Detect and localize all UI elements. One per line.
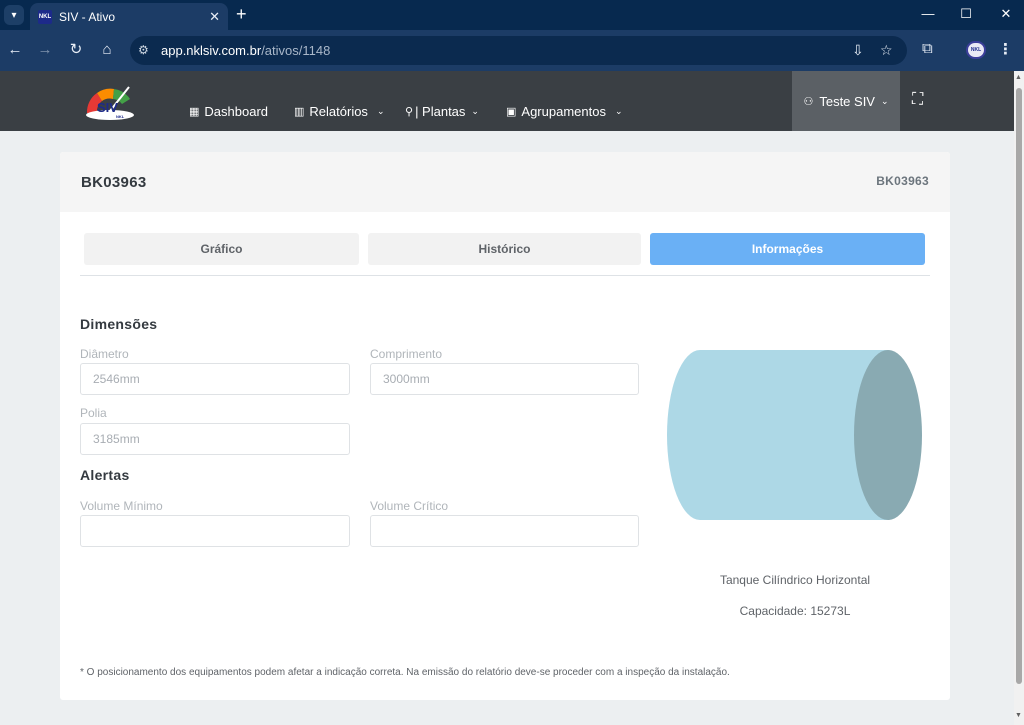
tank-capacity-label: Capacidade: 15273L: [739, 604, 851, 618]
asset-tabs: Gráfico Histórico Informações: [80, 232, 930, 276]
new-tab-plus-icon[interactable]: +: [236, 5, 247, 23]
user-name: Teste SIV: [819, 93, 875, 109]
tank-end-cap: [854, 350, 922, 520]
volume-critico-field[interactable]: [370, 515, 639, 547]
polia-field[interactable]: 3185mm: [80, 423, 350, 455]
installation-footnote: * O posicionamento dos equipamentos pode…: [80, 667, 730, 678]
diametro-field[interactable]: 2546mm: [80, 363, 350, 395]
page-scrollbar[interactable]: ▲ ▼: [1014, 71, 1024, 725]
comprimento-field[interactable]: 3000mm: [370, 363, 639, 395]
siv-logo[interactable]: SIV NKL: [84, 83, 136, 121]
address-text[interactable]: app.nklsiv.com.br/ativos/1148: [161, 43, 330, 58]
nav-relatorios[interactable]: ▥ Relatórios ⌄: [294, 104, 384, 119]
alerts-title: Alertas: [80, 467, 130, 483]
favicon-icon: NKL: [38, 9, 52, 24]
nav-dashboard[interactable]: ▦ Dashboard: [189, 104, 268, 119]
chevron-down-icon: ⌄: [614, 106, 623, 116]
chevron-down-icon: ⌄: [880, 95, 889, 106]
window-close-icon[interactable]: ✕: [996, 6, 1016, 22]
polia-label: Polia: [80, 406, 107, 420]
tank-type-label: Tanque Cilíndrico Horizontal: [719, 573, 871, 587]
user-icon: ⚇: [803, 95, 814, 108]
tab-historico[interactable]: Histórico: [368, 233, 641, 265]
card-header: BK03963 BK03963: [60, 152, 950, 212]
tab-title: SIV - Ativo: [59, 9, 116, 24]
group-icon: ▣: [506, 106, 517, 118]
dashboard-icon: ▦: [189, 106, 200, 118]
install-app-icon[interactable]: ⇩: [852, 42, 864, 59]
site-settings-icon[interactable]: ⚙: [138, 43, 149, 57]
maximize-icon[interactable]: ☐: [956, 6, 976, 22]
diametro-label: Diâmetro: [80, 347, 129, 361]
browser-tab[interactable]: NKL SIV - Ativo ✕: [30, 3, 228, 30]
tab-search-chevron-icon[interactable]: ▾: [4, 5, 24, 25]
chevron-down-icon: ⌄: [471, 106, 479, 116]
volume-minimo-label: Volume Mínimo: [80, 499, 163, 513]
tab-close-icon[interactable]: ✕: [209, 9, 220, 25]
scroll-down-icon[interactable]: ▼: [1015, 712, 1022, 719]
back-arrow-icon[interactable]: ←: [5, 41, 25, 59]
page-title: BK03963: [81, 174, 147, 191]
chevron-down-icon: ⌄: [376, 106, 385, 116]
nav-relatorios-label: Relatórios: [309, 104, 368, 119]
drop-icon: ⚲: [405, 106, 414, 118]
asset-code: BK03963: [876, 174, 929, 188]
profile-avatar-icon[interactable]: NKL: [966, 41, 986, 59]
svg-text:NKL: NKL: [116, 114, 125, 119]
tab-grafico[interactable]: Gráfico: [84, 233, 359, 265]
horizontal-cylinder-tank: [667, 350, 922, 520]
asset-card: BK03963 BK03963 Gráfico Histórico Inform…: [60, 152, 950, 700]
browser-toolbar: ← → ↻ ⌂ ⚙ app.nklsiv.com.br/ativos/1148 …: [0, 30, 1024, 71]
tab-informacoes[interactable]: Informações: [650, 233, 925, 265]
browser-menu-icon[interactable]: ⋮: [998, 40, 1013, 58]
scroll-thumb[interactable]: [1016, 88, 1022, 684]
home-icon[interactable]: ⌂: [97, 41, 117, 59]
extensions-icon[interactable]: ⧉: [922, 40, 933, 57]
address-bar[interactable]: ⚙ app.nklsiv.com.br/ativos/1148 ⇩ ☆: [130, 36, 907, 65]
reload-icon[interactable]: ↻: [66, 41, 86, 59]
bookmark-star-icon[interactable]: ☆: [880, 42, 893, 59]
user-menu[interactable]: ⚇ Teste SIV ⌄: [792, 71, 900, 131]
minimize-icon[interactable]: —: [918, 6, 938, 21]
volume-critico-label: Volume Crítico: [370, 499, 449, 513]
volume-minimo-field[interactable]: [80, 515, 350, 547]
svg-text:SIV: SIV: [97, 100, 118, 115]
nav-agrupamentos[interactable]: ▣ Agrupamentos ⌄: [506, 104, 623, 119]
nav-plantas[interactable]: ⚲ | Plantas ⌄: [405, 104, 479, 119]
bar-chart-icon: ▥: [294, 106, 305, 118]
browser-tabbar: ▾ NKL SIV - Ativo ✕ + — ☐ ✕: [0, 0, 1024, 30]
forward-arrow-icon[interactable]: →: [35, 41, 55, 59]
nav-plantas-label: | Plantas: [415, 104, 466, 119]
scroll-up-icon[interactable]: ▲: [1015, 74, 1022, 81]
dimensions-title: Dimensões: [80, 316, 158, 332]
fullscreen-icon[interactable]: ⛶: [912, 91, 923, 109]
app-header: SIV NKL ▦ Dashboard ▥ Relatórios ⌄ ⚲ | P…: [0, 71, 1014, 131]
nav-dashboard-label: Dashboard: [204, 104, 269, 119]
comprimento-label: Comprimento: [370, 347, 443, 361]
nav-agrupamentos-label: Agrupamentos: [521, 104, 606, 119]
